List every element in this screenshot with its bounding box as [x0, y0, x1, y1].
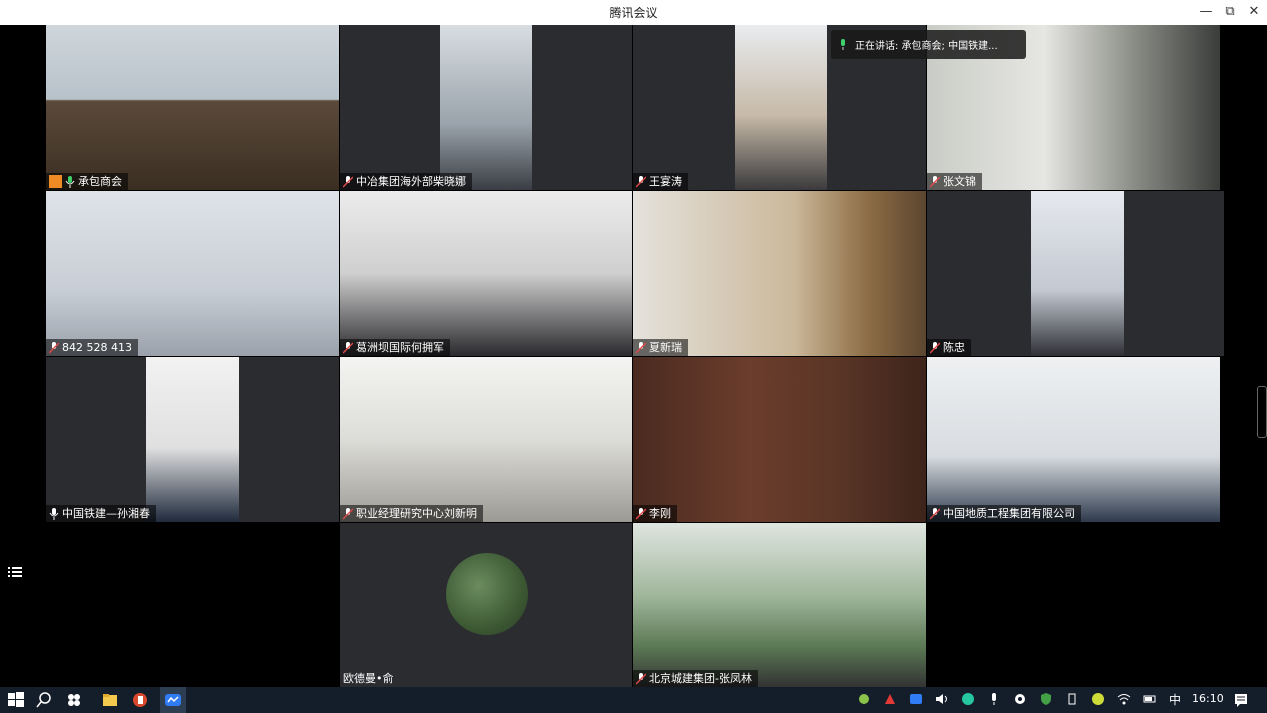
participant-avatar [446, 553, 528, 635]
participant-label: 中国铁建—孙湘春 [46, 505, 156, 522]
participant-label: 陈忠 [927, 339, 971, 356]
participant-name: 王宴涛 [649, 175, 682, 188]
mic-muted-icon [343, 175, 353, 188]
video-feed [633, 357, 926, 522]
video-tile[interactable]: 李刚 [633, 357, 926, 522]
video-feed [146, 357, 239, 522]
participant-label: 北京城建集团-张凤林 [633, 670, 758, 687]
participant-label: 842 528 413 [46, 339, 138, 356]
video-feed [46, 191, 339, 356]
mic-muted-icon [636, 175, 646, 188]
participant-name: 中国地质工程集团有限公司 [943, 507, 1075, 520]
minimize-button[interactable]: — [1195, 2, 1217, 22]
notification-center-icon[interactable] [1233, 692, 1249, 708]
participant-label: 职业经理研究中心刘新明 [340, 505, 483, 522]
participant-name: 职业经理研究中心刘新明 [356, 507, 477, 520]
tencent-meeting-icon[interactable] [160, 687, 186, 713]
participant-label: 张文锦 [927, 173, 982, 190]
participant-name: 中国铁建—孙湘春 [62, 507, 150, 520]
page-scroll-indicator[interactable] [1257, 386, 1267, 438]
video-feed [46, 25, 339, 190]
participant-name: 北京城建集团-张凤林 [649, 672, 752, 685]
system-clock[interactable]: 16:10 [1192, 692, 1224, 705]
mic-muted-icon [930, 507, 940, 520]
windows-start-icon[interactable] [6, 690, 26, 710]
member-list-icon[interactable] [7, 564, 23, 580]
video-feed [1031, 191, 1124, 356]
participant-label: 王宴涛 [633, 173, 688, 190]
file-explorer-icon[interactable] [100, 690, 120, 710]
tray-antivirus-icon[interactable] [883, 692, 897, 706]
mic-muted-icon [636, 672, 646, 685]
mic-muted-icon [930, 341, 940, 354]
participant-label: 欧德曼•俞 [340, 670, 400, 687]
participant-name: 842 528 413 [62, 341, 132, 354]
participant-name: 李刚 [649, 507, 671, 520]
battery-icon[interactable] [1143, 692, 1157, 706]
video-tile[interactable]: 中国铁建—孙湘春 [46, 357, 339, 522]
video-tile[interactable]: 中国地质工程集团有限公司 [927, 357, 1220, 522]
participant-label: 李刚 [633, 505, 677, 522]
participant-name: 承包商会 [78, 175, 122, 188]
mic-muted-icon [343, 507, 353, 520]
video-tile[interactable]: 842 528 413 [46, 191, 339, 356]
video-tile[interactable]: 北京城建集团-张凤林 [633, 523, 926, 687]
mic-muted-icon [49, 341, 59, 354]
participant-label: 中冶集团海外部柴晓娜 [340, 173, 472, 190]
video-tile[interactable]: 中冶集团海外部柴晓娜 [340, 25, 632, 190]
video-feed [633, 523, 926, 687]
participant-name: 夏新瑞 [649, 341, 682, 354]
window-title: 腾讯会议 [609, 6, 658, 20]
video-tile[interactable]: 职业经理研究中心刘新明 [340, 357, 632, 522]
participant-name: 葛洲坝国际何拥军 [356, 341, 444, 354]
wifi-icon[interactable] [1117, 692, 1131, 706]
mic-on-icon [65, 175, 75, 188]
close-button[interactable]: ✕ [1243, 2, 1265, 22]
video-feed [340, 357, 632, 522]
participant-name: 张文锦 [943, 175, 976, 188]
usb-device-icon[interactable] [1065, 692, 1079, 706]
participant-name: 陈忠 [943, 341, 965, 354]
speaking-mic-icon [841, 39, 845, 50]
participant-label: 夏新瑞 [633, 339, 688, 356]
security-shield-icon[interactable] [1039, 692, 1053, 706]
microphone-icon[interactable] [987, 692, 1001, 706]
host-icon [49, 175, 62, 188]
taskbar: 中 16:10 [0, 687, 1267, 713]
mic-on-icon [49, 507, 59, 520]
mic-muted-icon [343, 341, 353, 354]
speaking-indicator: 正在讲话: 承包商会; 中国铁建... [831, 30, 1026, 59]
participant-label: 承包商会 [46, 173, 128, 190]
powerpoint-icon[interactable] [130, 690, 150, 710]
video-grid: 承包商会 中冶集团海外部柴晓娜 王宴涛 张文锦 842 528 413 葛洲坝国… [0, 25, 1267, 687]
tray-network-app-icon[interactable] [961, 692, 975, 706]
title-bar: 腾讯会议 — ⧉ ✕ [0, 0, 1267, 25]
tray-settings-icon[interactable] [1013, 692, 1027, 706]
search-icon[interactable] [34, 690, 54, 710]
mic-muted-icon [930, 175, 940, 188]
video-feed [340, 191, 632, 356]
video-feed [633, 191, 926, 356]
mic-muted-icon [636, 507, 646, 520]
video-tile[interactable]: 陈忠 [927, 191, 1224, 356]
participant-label: 葛洲坝国际何拥军 [340, 339, 450, 356]
task-view-icon[interactable] [64, 690, 84, 710]
input-method-indicator[interactable]: 中 [1169, 691, 1181, 708]
tray-meeting-icon[interactable] [909, 692, 923, 706]
participant-name: 欧德曼•俞 [343, 672, 394, 685]
tray-chat-app-icon[interactable] [1091, 692, 1105, 706]
video-tile[interactable]: 承包商会 [46, 25, 339, 190]
participant-label: 中国地质工程集团有限公司 [927, 505, 1081, 522]
mic-muted-icon [636, 341, 646, 354]
tray-app-icon[interactable] [857, 692, 871, 706]
video-tile[interactable]: 葛洲坝国际何拥军 [340, 191, 632, 356]
speaking-text: 正在讲话: 承包商会; 中国铁建... [855, 41, 998, 52]
participant-name: 中冶集团海外部柴晓娜 [356, 175, 466, 188]
video-tile[interactable]: 夏新瑞 [633, 191, 926, 356]
volume-icon[interactable] [935, 692, 949, 706]
restore-button[interactable]: ⧉ [1219, 2, 1241, 22]
video-feed [735, 25, 827, 190]
video-feed [927, 357, 1220, 522]
video-feed [440, 25, 532, 190]
